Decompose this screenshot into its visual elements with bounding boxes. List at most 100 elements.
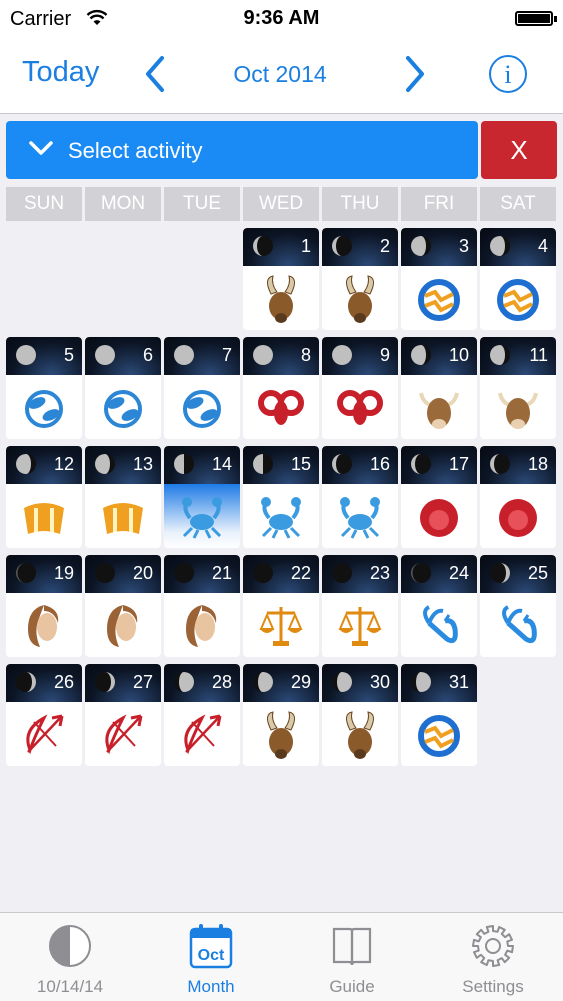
virgo-icon	[107, 605, 138, 647]
calendar-day[interactable]: 6	[85, 337, 161, 439]
calendar-day[interactable]: 23	[322, 555, 398, 657]
calendar-day[interactable]: 29	[243, 664, 319, 766]
tab-month[interactable]: Oct Month	[141, 913, 281, 1001]
day-number: 22	[290, 563, 311, 583]
calendar-day[interactable]: 22	[243, 555, 319, 657]
day-number: 28	[211, 672, 232, 692]
tab-guide[interactable]: Guide	[282, 913, 422, 1001]
day-number: 13	[132, 454, 153, 474]
calendar-day[interactable]: 13	[85, 446, 161, 548]
calendar-day[interactable]: 2	[322, 228, 398, 330]
day-number: 5	[63, 345, 74, 365]
moon-new-icon	[95, 563, 115, 583]
calendar-day[interactable]: 28	[164, 664, 240, 766]
calendar-day[interactable]: 7	[164, 337, 240, 439]
tab-bar: 10/14/14 Oct Month Guide Settings	[0, 912, 563, 1001]
day-number: 7	[221, 345, 232, 365]
calendar-day[interactable]: 9	[322, 337, 398, 439]
cancer-icon	[340, 497, 380, 539]
day-number: 14	[211, 454, 232, 474]
day-number: 21	[211, 563, 232, 583]
moon-waning-crescent-icon	[253, 236, 273, 256]
previous-month-icon[interactable]	[142, 54, 168, 94]
calendar-day[interactable]: 8	[243, 337, 319, 439]
day-number: 8	[300, 345, 311, 365]
day-number: 23	[369, 563, 390, 583]
gear-icon	[472, 925, 514, 967]
moon-half-icon	[174, 454, 194, 474]
svg-text:Oct: Oct	[198, 947, 225, 964]
day-number: 25	[527, 563, 548, 583]
calendar-day[interactable]: 16	[322, 446, 398, 548]
moon-full-icon	[95, 345, 115, 365]
calendar-day[interactable]: 4	[480, 228, 556, 330]
weekday-wed: WED	[243, 187, 319, 221]
calendar-day[interactable]: 31	[401, 664, 477, 766]
tab-today-phase[interactable]: 10/14/14	[0, 913, 140, 1001]
tab-settings[interactable]: Settings	[423, 913, 563, 1001]
cancer-icon	[182, 497, 222, 539]
aquarius-icon	[497, 279, 539, 321]
weekday-tue: TUE	[164, 187, 240, 221]
day-number: 19	[53, 563, 74, 583]
calendar-day[interactable]: 3	[401, 228, 477, 330]
calendar-day[interactable]: 18	[480, 446, 556, 548]
calendar-day[interactable]: 19	[6, 555, 82, 657]
day-number: 6	[142, 345, 153, 365]
day-number: 9	[379, 345, 390, 365]
calendar-day[interactable]: 17	[401, 446, 477, 548]
moon-waning-gibbous-icon	[411, 236, 431, 256]
calendar-day[interactable]: 30	[322, 664, 398, 766]
capricorn-icon	[267, 711, 295, 759]
calendar-day[interactable]: 15	[243, 446, 319, 548]
nav-bar: Today Oct 2014 i	[0, 38, 563, 114]
moon-waning-crescent-icon	[490, 454, 510, 474]
info-button[interactable]: i	[489, 55, 527, 93]
calendar-day[interactable]: 20	[85, 555, 161, 657]
aquarius-icon	[418, 715, 460, 757]
virgo-icon	[28, 605, 59, 647]
leo-icon	[420, 499, 458, 537]
day-number: 30	[369, 672, 390, 692]
moon-waning-gibbous-icon	[411, 345, 431, 365]
today-button[interactable]: Today	[22, 56, 99, 89]
calendar-day[interactable]: 26	[6, 664, 82, 766]
calendar-day[interactable]: 27	[85, 664, 161, 766]
day-number: 24	[448, 563, 469, 583]
day-number: 11	[529, 345, 548, 365]
day-number: 10	[448, 345, 469, 365]
book-icon	[332, 927, 372, 966]
moon-waning-crescent-icon	[411, 454, 431, 474]
calendar-day[interactable]: 21	[164, 555, 240, 657]
moon-full-icon	[332, 345, 352, 365]
select-activity-label: Select activity	[68, 138, 203, 163]
clear-activity-button[interactable]: X	[481, 121, 557, 179]
moon-waxing-crescent-icon	[490, 563, 510, 583]
calendar-day[interactable]: 5	[6, 337, 82, 439]
day-number: 3	[458, 236, 469, 256]
gemini-icon	[24, 503, 64, 534]
day-number: 29	[290, 672, 311, 692]
calendar-day[interactable]: 25	[480, 555, 556, 657]
pisces-icon	[25, 390, 63, 428]
libra-icon	[259, 607, 303, 646]
day-number: 17	[448, 454, 469, 474]
weekday-header: SUN MON TUE WED THU FRI SAT	[6, 187, 557, 221]
calendar-day[interactable]: 1	[243, 228, 319, 330]
select-activity-button[interactable]: Select activity	[6, 121, 478, 179]
calendar-day[interactable]: 12	[6, 446, 82, 548]
calendar-day[interactable]: 11	[480, 337, 556, 439]
day-number: 15	[290, 454, 311, 474]
next-month-icon[interactable]	[402, 54, 428, 94]
moon-waning-crescent-icon	[332, 236, 352, 256]
calendar-day[interactable]: 14	[164, 446, 240, 548]
day-number: 27	[132, 672, 153, 692]
moon-thin-crescent-icon	[16, 563, 36, 583]
moon-new-icon	[253, 563, 273, 583]
aries-icon	[258, 390, 304, 425]
day-number: 26	[53, 672, 74, 692]
status-bar: Carrier 9:36 AM	[0, 0, 563, 38]
calendar-day[interactable]: 10	[401, 337, 477, 439]
calendar-day[interactable]: 24	[401, 555, 477, 657]
moon-waning-gibbous-icon	[490, 345, 510, 365]
